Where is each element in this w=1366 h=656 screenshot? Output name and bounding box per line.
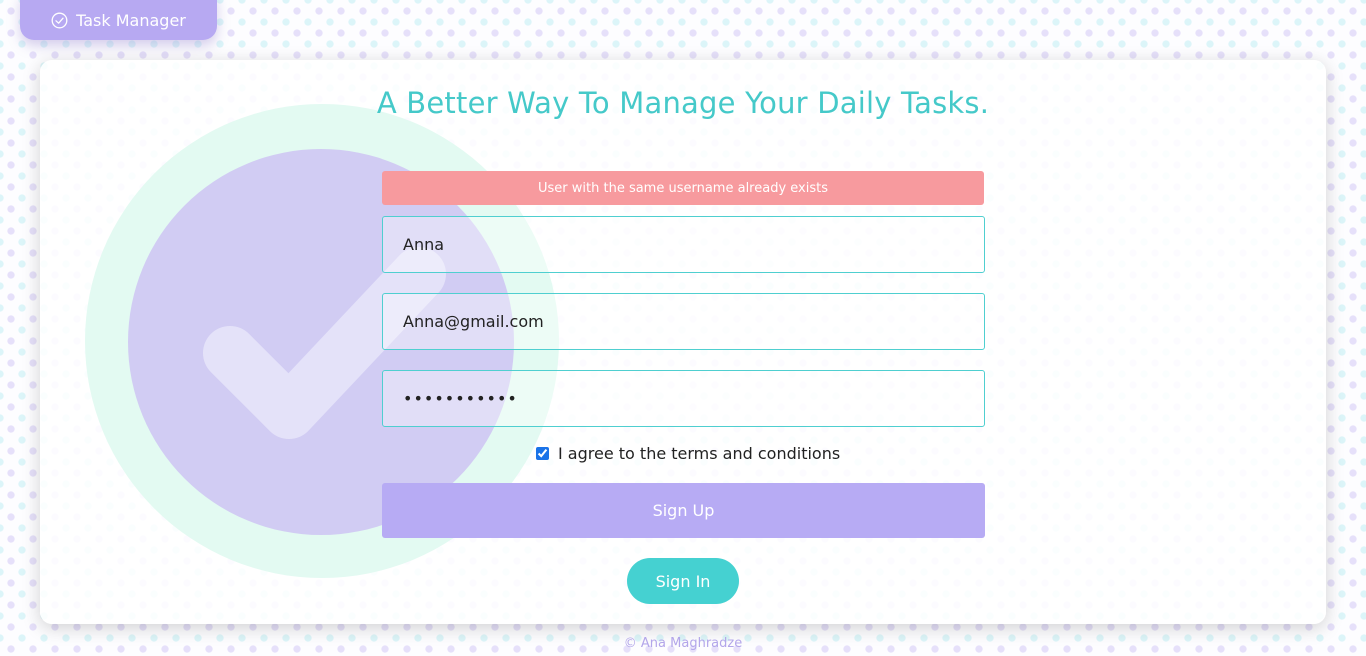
terms-row[interactable]: I agree to the terms and conditions [536, 444, 840, 463]
terms-checkbox[interactable] [536, 447, 549, 460]
username-input[interactable] [382, 216, 985, 273]
page-title: A Better Way To Manage Your Daily Tasks. [376, 86, 990, 120]
signin-button[interactable]: Sign In [627, 558, 739, 604]
error-alert: User with the same username already exis… [382, 171, 984, 205]
email-input[interactable] [382, 293, 985, 350]
footer-credit: © Ana Maghradze [623, 636, 743, 651]
check-circle-icon [51, 12, 68, 29]
brand-title: Task Manager [76, 10, 186, 30]
password-input[interactable] [382, 370, 985, 427]
signup-button[interactable]: Sign Up [382, 483, 985, 538]
brand-tab[interactable]: Task Manager [20, 0, 217, 40]
terms-label: I agree to the terms and conditions [558, 444, 841, 463]
signup-card: A Better Way To Manage Your Daily Tasks.… [40, 60, 1326, 624]
